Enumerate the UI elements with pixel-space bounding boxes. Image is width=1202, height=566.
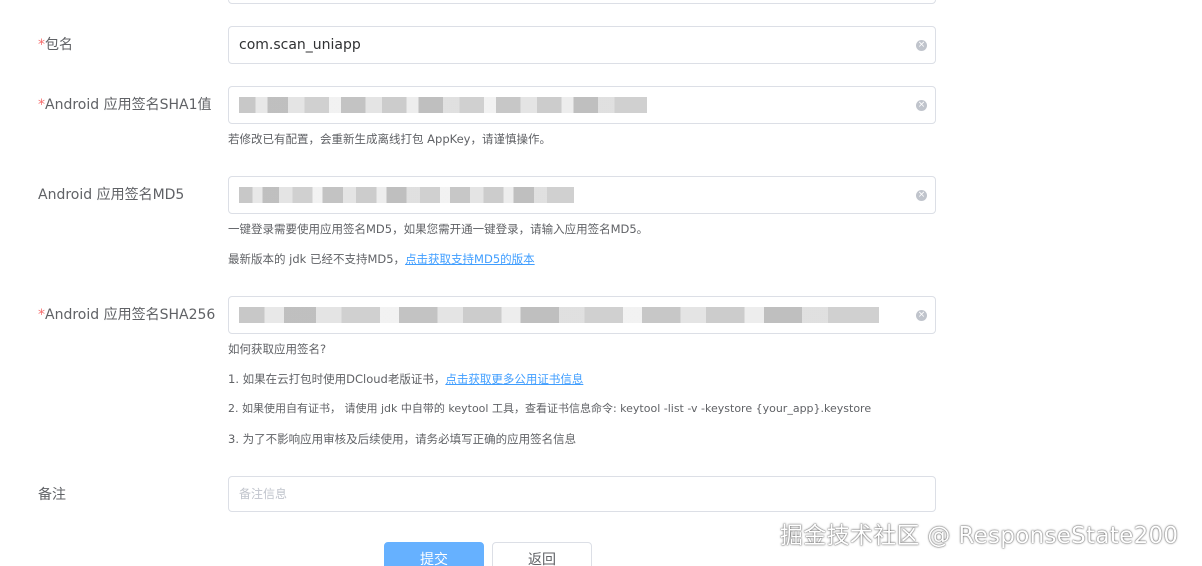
sha1-label-text: Android 应用签名SHA1值 bbox=[45, 97, 212, 113]
previous-field[interactable] bbox=[228, 0, 936, 4]
md5-version-link[interactable]: 点击获取支持MD5的版本 bbox=[405, 252, 535, 266]
app-form-page: *包名 com.scan_uniapp × *Android 应用签名SHA1值… bbox=[0, 0, 1202, 566]
blurred-value bbox=[239, 187, 574, 203]
submit-button[interactable]: 提交 bbox=[384, 542, 484, 566]
package-value: com.scan_uniapp bbox=[239, 37, 361, 53]
circle-close-icon[interactable]: × bbox=[916, 100, 927, 111]
sha1-input[interactable]: × bbox=[228, 86, 936, 124]
blurred-value bbox=[239, 97, 647, 113]
remark-placeholder: 备注信息 bbox=[239, 487, 288, 501]
package-label: *包名 bbox=[38, 35, 73, 55]
sha256-help-title: 如何获取应用签名? bbox=[228, 342, 327, 356]
circle-close-icon[interactable]: × bbox=[916, 40, 927, 51]
md5-label-text: Android 应用签名MD5 bbox=[38, 187, 185, 203]
blurred-value bbox=[239, 307, 879, 323]
package-label-text: 包名 bbox=[45, 37, 73, 53]
sha256-tip-1: 1. 如果在云打包时使用DCloud老版证书，点击获取更多公用证书信息 bbox=[228, 371, 583, 387]
md5-help-2: 最新版本的 jdk 已经不支持MD5，点击获取支持MD5的版本 bbox=[228, 251, 535, 267]
certificate-info-link[interactable]: 点击获取更多公用证书信息 bbox=[445, 372, 583, 386]
back-button[interactable]: 返回 bbox=[492, 542, 592, 566]
remark-label-text: 备注 bbox=[38, 487, 66, 503]
sha256-tip-2: 2. 如果使用自有证书， 请使用 jdk 中自带的 keytool 工具，查看证… bbox=[228, 402, 872, 415]
required-mark: * bbox=[38, 97, 45, 113]
md5-help-2-text: 最新版本的 jdk 已经不支持MD5， bbox=[228, 252, 406, 266]
md5-label: Android 应用签名MD5 bbox=[38, 185, 184, 205]
sha256-input[interactable]: × bbox=[228, 296, 936, 334]
remark-input[interactable]: 备注信息 bbox=[228, 476, 936, 512]
required-mark: * bbox=[38, 37, 45, 53]
required-mark: * bbox=[38, 307, 45, 323]
sha1-label: *Android 应用签名SHA1值 bbox=[38, 95, 211, 115]
circle-close-icon[interactable]: × bbox=[916, 190, 927, 201]
md5-help-1: 一键登录需要使用应用签名MD5，如果您需开通一键登录，请输入应用签名MD5。 bbox=[228, 222, 649, 236]
md5-input[interactable]: × bbox=[228, 176, 936, 214]
sha256-label-text: Android 应用签名SHA256 bbox=[45, 307, 216, 323]
remark-label: 备注 bbox=[38, 485, 66, 505]
watermark: 掘金技术社区 @ ResponseState200 bbox=[780, 523, 1179, 549]
package-input[interactable]: com.scan_uniapp × bbox=[228, 26, 936, 64]
sha256-tip-1-text: 1. 如果在云打包时使用DCloud老版证书， bbox=[228, 372, 446, 386]
sha256-label: *Android 应用签名SHA256 bbox=[38, 305, 215, 325]
sha1-help: 若修改已有配置，会重新生成离线打包 AppKey，请谨慎操作。 bbox=[228, 132, 551, 146]
sha256-tip-3: 3. 为了不影响应用审核及后续使用，请务必填写正确的应用签名信息 bbox=[228, 432, 577, 446]
circle-close-icon[interactable]: × bbox=[916, 310, 927, 321]
